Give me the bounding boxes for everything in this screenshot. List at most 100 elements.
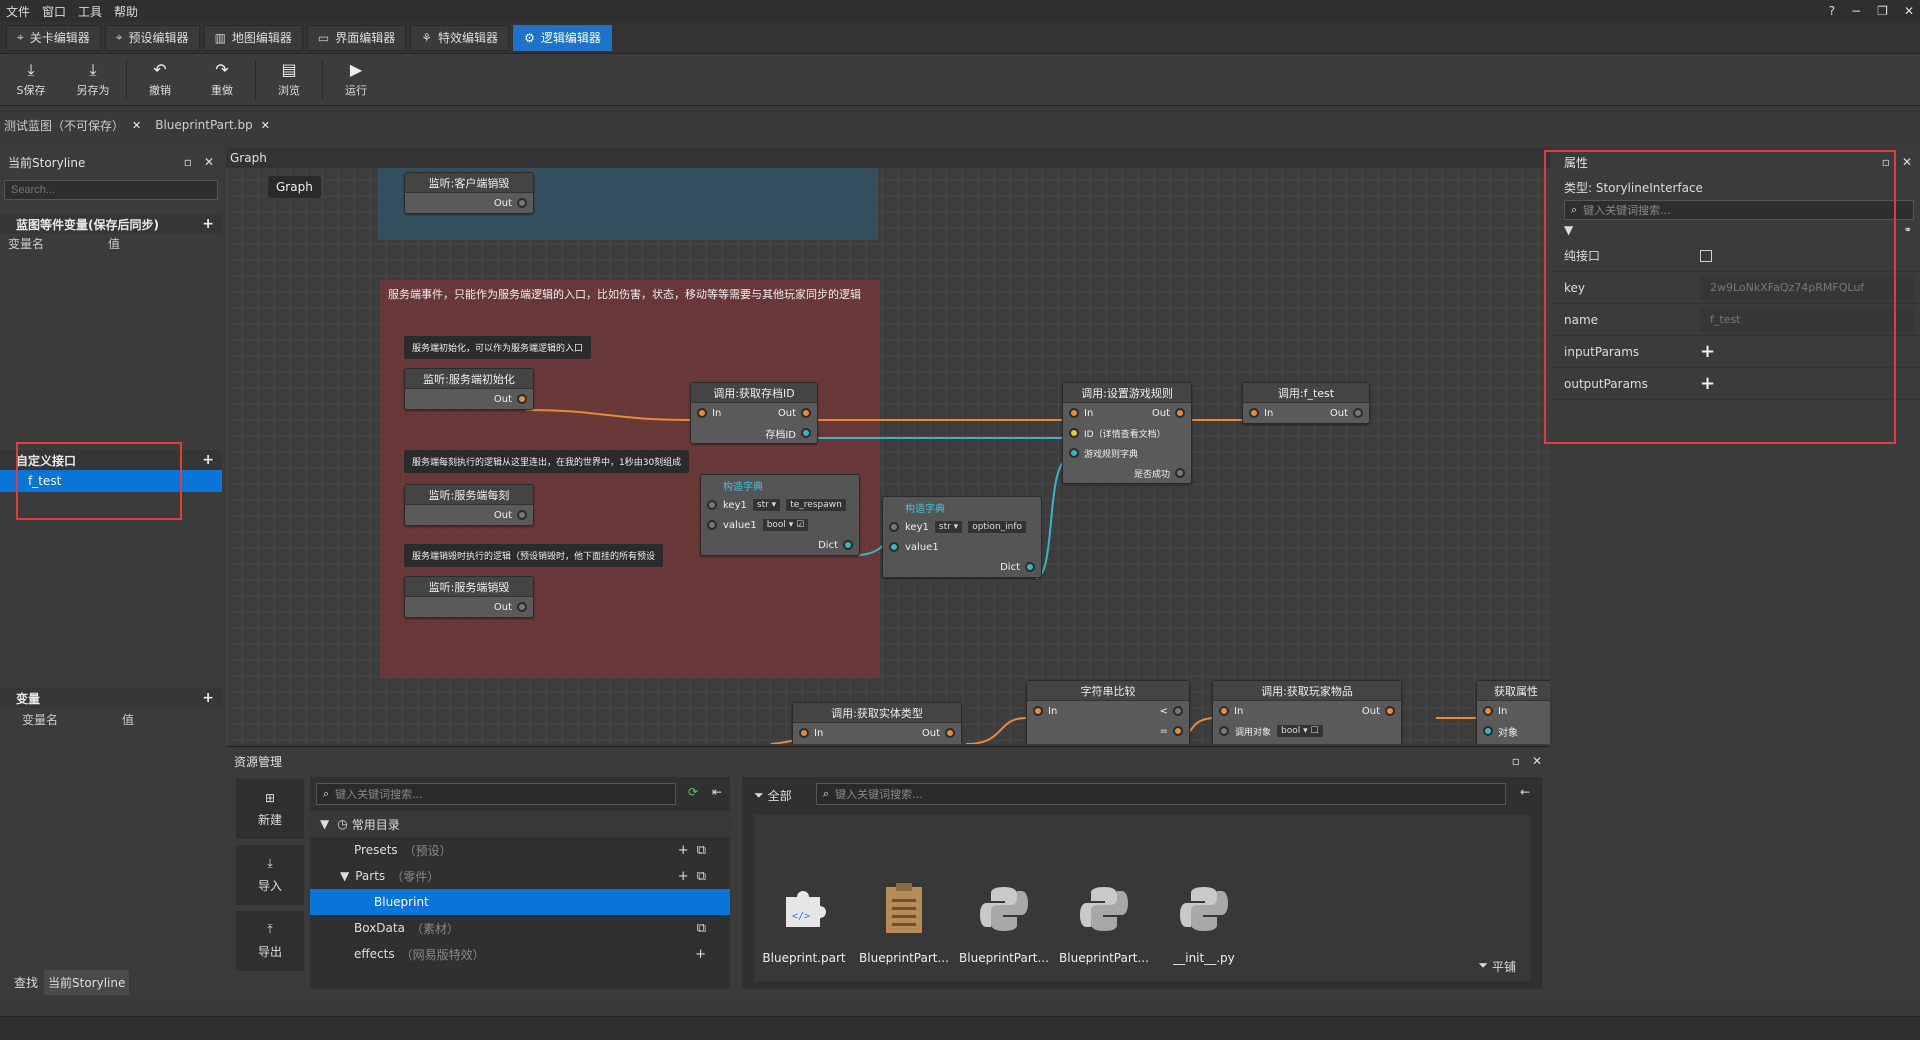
redo-button[interactable]: ↷ 重做 xyxy=(191,54,253,105)
data-pin[interactable] xyxy=(707,500,717,510)
file-item[interactable]: BlueprintPart... xyxy=(954,879,1054,965)
flat-view-button[interactable]: ⏷ 平铺 xyxy=(1478,958,1516,975)
add-icon[interactable]: + xyxy=(678,869,689,884)
data-pin[interactable] xyxy=(707,520,717,530)
exec-pin[interactable] xyxy=(945,728,955,738)
exec-pin[interactable] xyxy=(1173,706,1183,716)
add-icon[interactable]: + xyxy=(202,216,214,232)
add-icon[interactable]: + xyxy=(678,843,689,858)
node-build-dict[interactable]: 构造字典 key1 str ▾ te_respawn value1 bool ▾ ☑ … xyxy=(700,474,860,556)
data-pin[interactable] xyxy=(889,522,899,532)
refresh-icon[interactable]: ⟳ xyxy=(688,785,698,799)
add-icon[interactable]: + xyxy=(695,947,706,962)
node-client-destroy[interactable]: 监听:客户端销毁 Out xyxy=(404,172,534,214)
node-get-entity-type[interactable]: 调用:获取实体类型 In Out xyxy=(792,702,962,744)
data-pin[interactable] xyxy=(1219,726,1229,736)
open-icon[interactable]: ⧉ xyxy=(697,921,706,936)
exec-pin[interactable] xyxy=(1483,706,1493,716)
browse-button[interactable]: ▤ 浏览 xyxy=(258,54,320,105)
exec-pin[interactable] xyxy=(517,198,527,208)
tab-effect-editor[interactable]: ⚘ 特效编辑器 xyxy=(410,24,510,51)
open-icon[interactable]: ⧉ xyxy=(697,869,706,884)
exec-pin[interactable] xyxy=(801,408,811,418)
node-string-compare[interactable]: 字符串比较 In < = xyxy=(1026,680,1190,744)
tree-item-common[interactable]: ▼ ◷ 常用目录 xyxy=(310,811,730,837)
exec-pin[interactable] xyxy=(1175,408,1185,418)
maximize-icon[interactable]: ▫ xyxy=(1512,754,1520,768)
maximize-icon[interactable]: ▫ xyxy=(184,155,192,169)
tab-preset-editor[interactable]: ⌖ 预设编辑器 xyxy=(104,24,200,51)
exec-pin[interactable] xyxy=(1033,706,1043,716)
file-item[interactable]: BlueprintPart... xyxy=(854,879,954,965)
link-icon[interactable]: ⚭ xyxy=(1904,225,1912,236)
exec-pin[interactable] xyxy=(1173,726,1183,736)
key-input[interactable]: te_respawn xyxy=(786,499,846,511)
tree-item-boxdata[interactable]: BoxData （素材） ⧉ xyxy=(310,915,730,941)
data-pin[interactable] xyxy=(801,428,811,438)
restore-icon[interactable]: ❐ xyxy=(1877,4,1888,18)
open-icon[interactable]: ⧉ xyxy=(697,843,706,858)
type-select[interactable]: str ▾ xyxy=(934,521,963,533)
close-icon[interactable]: ✕ xyxy=(132,119,141,132)
back-arrow-icon[interactable]: ← xyxy=(1520,785,1530,799)
exec-pin[interactable] xyxy=(1249,408,1259,418)
tree-item-parts[interactable]: ▼ Parts （零件） + ⧉ xyxy=(310,863,730,889)
close-icon[interactable]: ✕ xyxy=(1904,4,1914,18)
tab-level-editor[interactable]: ⌖ 关卡编辑器 xyxy=(6,24,101,51)
data-pin[interactable] xyxy=(1025,562,1035,572)
search-input[interactable] xyxy=(4,180,218,200)
menu-file[interactable]: 文件 xyxy=(0,3,36,20)
close-icon[interactable]: ✕ xyxy=(204,155,214,169)
tree-item-effects[interactable]: effects （网易版特效） + xyxy=(310,941,730,967)
exec-pin[interactable] xyxy=(517,510,527,520)
help-icon[interactable]: ? xyxy=(1829,4,1835,18)
import-button[interactable]: ⤓ 导入 xyxy=(236,845,304,905)
node-get-save-id[interactable]: 调用:获取存档ID In Out 存档ID xyxy=(690,382,818,444)
type-select[interactable]: bool ▾ ☑ xyxy=(762,519,809,531)
menu-window[interactable]: 窗口 xyxy=(36,3,72,20)
tree-item-presets[interactable]: Presets （预设） + ⧉ xyxy=(310,837,730,863)
close-icon[interactable]: ✕ xyxy=(1902,155,1912,169)
export-button[interactable]: ⤒ 导出 xyxy=(236,911,304,971)
file-item[interactable]: __init__.py xyxy=(1154,879,1254,965)
tab-find[interactable]: 查找 xyxy=(14,974,38,991)
add-icon[interactable]: + xyxy=(202,690,214,706)
run-button[interactable]: ▶ 运行 xyxy=(325,54,387,105)
undo-button[interactable]: ↶ 撤销 xyxy=(129,54,191,105)
search-input[interactable]: ⌕ 键入关键词搜索... xyxy=(316,783,676,805)
exec-pin[interactable] xyxy=(697,408,707,418)
tab-ui-editor[interactable]: ▭ 界面编辑器 xyxy=(306,24,407,51)
data-pin[interactable] xyxy=(1483,726,1493,736)
node-build-dict[interactable]: 构造字典 key1 str ▾ option_info value1 Dict xyxy=(882,496,1042,578)
data-pin[interactable] xyxy=(1069,448,1079,458)
close-icon[interactable]: ✕ xyxy=(1532,754,1542,768)
doc-tab-test-blueprint[interactable]: 测试蓝图（不可保存） ✕ xyxy=(0,112,145,138)
menu-help[interactable]: 帮助 xyxy=(108,3,144,20)
data-pin[interactable] xyxy=(1069,428,1079,438)
exec-pin[interactable] xyxy=(1353,408,1363,418)
node-call-f-test[interactable]: 调用:f_test In Out xyxy=(1242,382,1370,424)
exec-pin[interactable] xyxy=(517,394,527,404)
node-get-player-item[interactable]: 调用:获取玩家物品 In Out 调用对象 bool ▾ ☐ xyxy=(1212,680,1402,744)
save-button[interactable]: ⤓ S保存 xyxy=(0,54,62,105)
add-icon[interactable]: + xyxy=(202,452,214,468)
tree-item-blueprint[interactable]: Blueprint xyxy=(310,889,730,915)
search-input[interactable]: ⌕ 键入关键词搜索... xyxy=(816,783,1506,805)
collapse-icon[interactable]: ⇤ xyxy=(712,785,722,799)
save-as-button[interactable]: ⤓ 另存为 xyxy=(62,54,124,105)
minimize-icon[interactable]: − xyxy=(1851,4,1861,18)
type-select[interactable]: str ▾ xyxy=(752,499,781,511)
node-set-game-rule[interactable]: 调用:设置游戏规则 In Out ID（详情查看文档） 游戏规则字典 是否成功 xyxy=(1062,382,1192,484)
data-pin[interactable] xyxy=(889,542,899,552)
close-icon[interactable]: ✕ xyxy=(261,119,270,132)
menu-tools[interactable]: 工具 xyxy=(72,3,108,20)
data-pin[interactable] xyxy=(1175,468,1185,478)
tab-logic-editor[interactable]: ⚙ 逻辑编辑器 xyxy=(513,24,612,51)
type-select[interactable]: bool ▾ ☐ xyxy=(1277,725,1323,737)
exec-pin[interactable] xyxy=(1069,408,1079,418)
file-item[interactable]: </> Blueprint.part xyxy=(754,879,854,965)
node-get-attribute[interactable]: 获取属性 In 对象 xyxy=(1476,680,1550,744)
node-server-tick[interactable]: 监听:服务端每刻 Out xyxy=(404,484,534,526)
exec-pin[interactable] xyxy=(1219,706,1229,716)
tab-current-storyline[interactable]: 当前Storyline xyxy=(44,969,130,995)
